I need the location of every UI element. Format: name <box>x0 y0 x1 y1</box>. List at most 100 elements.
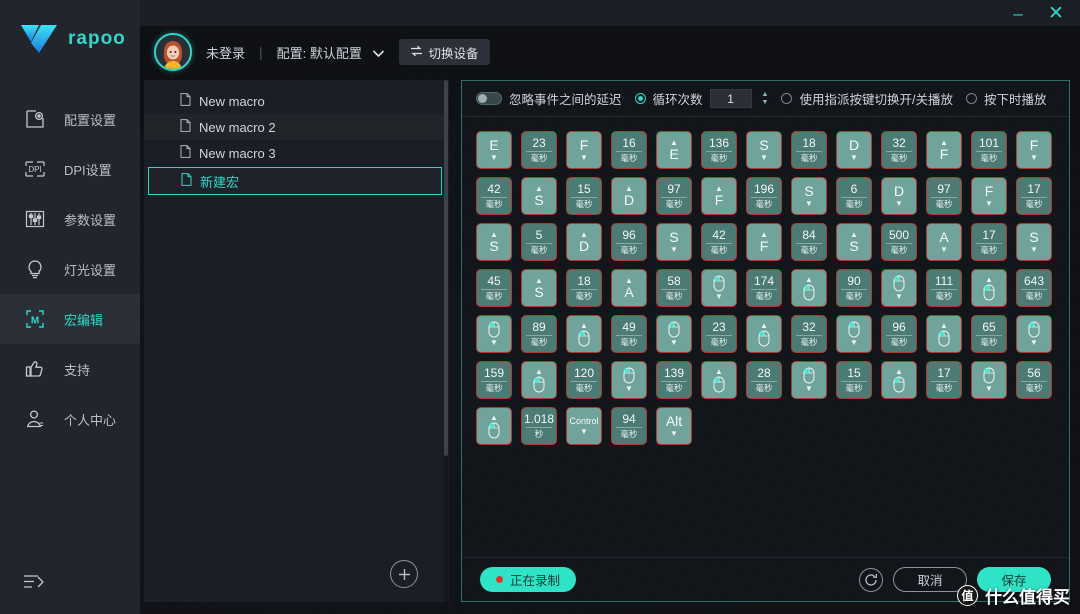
macro-delay-cell[interactable]: 17 毫秒 <box>971 223 1007 261</box>
macro-key-cell[interactable]: ▲ D <box>566 223 602 261</box>
macro-mouse-cell[interactable]: ▲ <box>881 361 917 399</box>
macro-delay-cell[interactable]: 32 毫秒 <box>881 131 917 169</box>
macro-key-cell[interactable]: S ▼ <box>791 177 827 215</box>
close-button[interactable]: ✕ <box>1048 4 1064 23</box>
macro-delay-cell[interactable]: 6 毫秒 <box>836 177 872 215</box>
macro-key-cell[interactable]: ▲ D <box>611 177 647 215</box>
sidebar-item-dpi[interactable]: DPI DPI设置 <box>0 144 140 194</box>
sidebar-item-macro-editor[interactable]: M 宏编辑 <box>0 294 140 344</box>
macro-delay-cell[interactable]: 42 毫秒 <box>701 223 737 261</box>
ignore-delay-toggle[interactable] <box>476 92 502 105</box>
macro-key-cell[interactable]: A ▼ <box>926 223 962 261</box>
macro-delay-cell[interactable]: 23 毫秒 <box>521 131 557 169</box>
macro-mouse-cell[interactable]: ▼ <box>476 315 512 353</box>
add-macro-button[interactable] <box>390 560 418 588</box>
ignore-delay-option[interactable]: 忽略事件之间的延迟 <box>476 89 622 108</box>
macro-mouse-cell[interactable]: ▲ <box>476 407 512 445</box>
macro-key-cell[interactable]: F ▼ <box>1016 131 1052 169</box>
macro-mouse-cell[interactable]: ▲ <box>746 315 782 353</box>
macro-delay-cell[interactable]: 196 毫秒 <box>746 177 782 215</box>
macro-mouse-cell[interactable]: ▲ <box>926 315 962 353</box>
macro-key-cell[interactable]: F ▼ <box>971 177 1007 215</box>
macro-delay-cell[interactable]: 16 毫秒 <box>611 131 647 169</box>
sidebar-item-support[interactable]: 支持 <box>0 344 140 394</box>
macro-delay-cell[interactable]: 111 毫秒 <box>926 269 962 307</box>
sidebar-item-user-center[interactable]: 个人中心 <box>0 394 140 444</box>
cancel-button[interactable]: 取消 <box>893 567 967 592</box>
macro-delay-cell[interactable]: 136 毫秒 <box>701 131 737 169</box>
switch-device-button[interactable]: 切换设备 <box>398 39 490 65</box>
loop-count-stepper[interactable]: ▲ ▼ <box>762 91 769 106</box>
macro-key-cell[interactable]: ▲ F <box>926 131 962 169</box>
macro-delay-cell[interactable]: 643 毫秒 <box>1016 269 1052 307</box>
sidebar-collapse-button[interactable] <box>0 554 140 614</box>
macro-mouse-cell[interactable]: ▼ <box>656 315 692 353</box>
macro-list-item-selected[interactable]: 新建宏 <box>148 167 442 195</box>
macro-key-cell[interactable]: ▲ S <box>476 223 512 261</box>
macro-key-cell[interactable]: ▲ S <box>521 269 557 307</box>
sidebar-item-parameters[interactable]: 参数设置 <box>0 194 140 244</box>
macro-delay-cell[interactable]: 17 毫秒 <box>1016 177 1052 215</box>
macro-delay-cell[interactable]: 65 毫秒 <box>971 315 1007 353</box>
macro-delay-cell[interactable]: 174 毫秒 <box>746 269 782 307</box>
macro-delay-cell[interactable]: 90 毫秒 <box>836 269 872 307</box>
macro-delay-cell[interactable]: 96 毫秒 <box>881 315 917 353</box>
macro-mouse-cell[interactable]: ▼ <box>611 361 647 399</box>
avatar[interactable] <box>154 33 192 71</box>
macro-delay-cell[interactable]: 97 毫秒 <box>656 177 692 215</box>
macro-mouse-cell[interactable]: ▼ <box>881 269 917 307</box>
stepper-up[interactable]: ▲ <box>762 91 769 98</box>
macro-delay-cell[interactable]: 28 毫秒 <box>746 361 782 399</box>
macro-delay-cell[interactable]: 17 毫秒 <box>926 361 962 399</box>
macro-delay-cell[interactable]: 23 毫秒 <box>701 315 737 353</box>
macro-key-cell[interactable]: S ▼ <box>746 131 782 169</box>
macro-mouse-cell[interactable]: ▲ <box>971 269 1007 307</box>
macro-delay-cell[interactable]: 96 毫秒 <box>611 223 647 261</box>
macro-mouse-cell[interactable]: ▲ <box>566 315 602 353</box>
profile-selector[interactable]: 配置: 默认配置 <box>277 43 385 62</box>
macro-delay-cell[interactable]: 159 毫秒 <box>476 361 512 399</box>
macro-delay-cell[interactable]: 49 毫秒 <box>611 315 647 353</box>
toggle-playback-option[interactable]: 使用指派按键切换开/关播放 <box>781 89 953 108</box>
toggle-playback-radio[interactable] <box>781 93 793 104</box>
macro-list-item[interactable]: New macro 2 <box>144 114 448 140</box>
sidebar-item-profile-settings[interactable]: 配置设置 <box>0 94 140 144</box>
login-status[interactable]: 未登录 <box>206 43 245 62</box>
macro-delay-cell[interactable]: 89 毫秒 <box>521 315 557 353</box>
minimize-button[interactable]: – <box>1010 5 1026 22</box>
macro-key-cell[interactable]: ▲ S <box>521 177 557 215</box>
macro-mouse-cell[interactable]: ▼ <box>791 361 827 399</box>
macro-delay-cell[interactable]: 84 毫秒 <box>791 223 827 261</box>
macro-delay-cell[interactable]: 56 毫秒 <box>1016 361 1052 399</box>
macro-mouse-cell[interactable]: ▼ <box>836 315 872 353</box>
macro-delay-cell[interactable]: 45 毫秒 <box>476 269 512 307</box>
macro-delay-cell[interactable]: 15 毫秒 <box>836 361 872 399</box>
macro-mouse-cell[interactable]: ▲ <box>521 361 557 399</box>
macro-delay-cell[interactable]: 18 毫秒 <box>791 131 827 169</box>
macro-list-item[interactable]: New macro <box>144 88 448 114</box>
stepper-down[interactable]: ▼ <box>762 99 769 106</box>
macro-key-cell[interactable]: ▲ E <box>656 131 692 169</box>
macro-list-scrollbar[interactable] <box>444 80 448 602</box>
macro-delay-cell[interactable]: 1.018 秒 <box>521 407 557 445</box>
macro-key-cell[interactable]: S ▼ <box>1016 223 1052 261</box>
recording-status-button[interactable]: 正在录制 <box>480 567 577 592</box>
macro-delay-cell[interactable]: 18 毫秒 <box>566 269 602 307</box>
loop-count-option[interactable]: 循环次数 ▲ ▼ <box>634 89 769 108</box>
macro-key-cell[interactable]: ▲ S <box>836 223 872 261</box>
macro-mouse-cell[interactable]: ▼ <box>701 269 737 307</box>
play-on-press-radio[interactable] <box>965 93 977 104</box>
macro-mouse-cell[interactable]: ▲ <box>791 269 827 307</box>
macro-delay-cell[interactable]: 139 毫秒 <box>656 361 692 399</box>
macro-key-cell[interactable]: S ▼ <box>656 223 692 261</box>
macro-delay-cell[interactable]: 94 毫秒 <box>611 407 647 445</box>
macro-delay-cell[interactable]: 5 毫秒 <box>521 223 557 261</box>
macro-delay-cell[interactable]: 97 毫秒 <box>926 177 962 215</box>
macro-delay-cell[interactable]: 58 毫秒 <box>656 269 692 307</box>
macro-key-cell[interactable]: D ▼ <box>836 131 872 169</box>
macro-key-cell[interactable]: D ▼ <box>881 177 917 215</box>
reset-button[interactable] <box>859 567 883 592</box>
loop-count-radio[interactable] <box>634 93 646 104</box>
macro-delay-cell[interactable]: 15 毫秒 <box>566 177 602 215</box>
play-on-press-option[interactable]: 按下时播放 <box>965 89 1046 108</box>
